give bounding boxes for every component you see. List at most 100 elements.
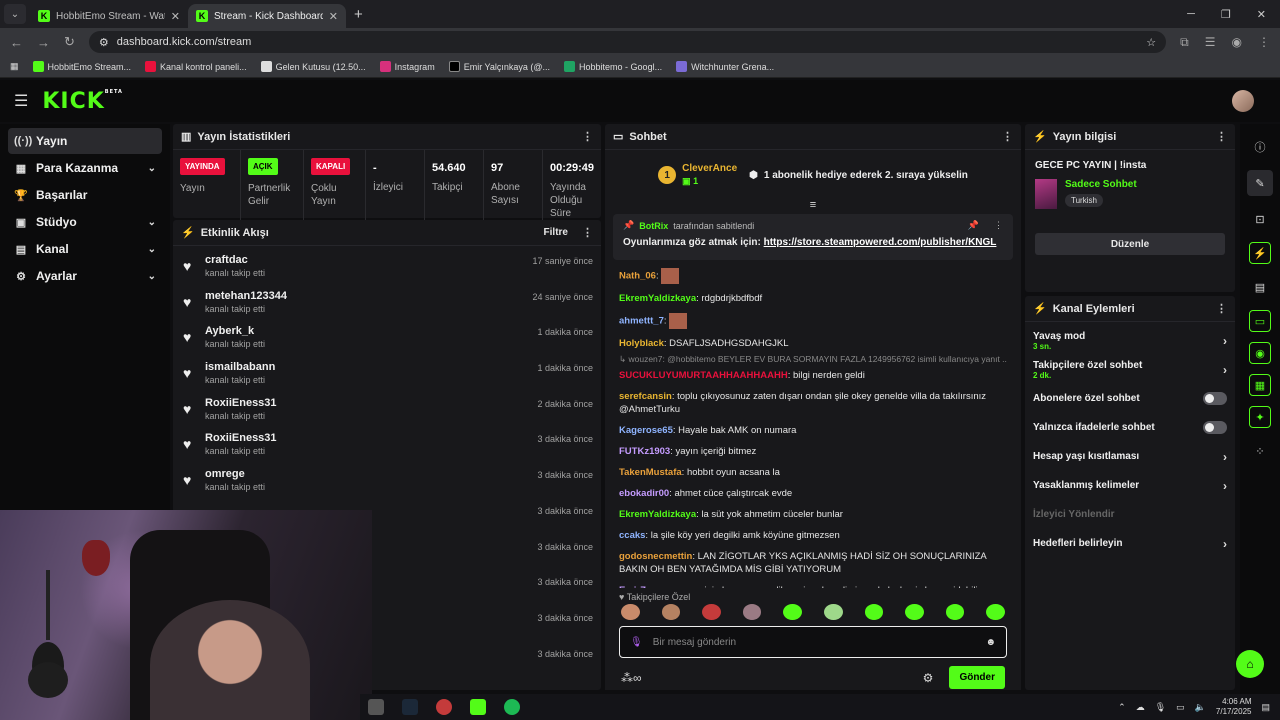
category-name[interactable]: Sadece Sohbet xyxy=(1065,179,1137,190)
obs-icon[interactable] xyxy=(436,699,452,715)
channel-action-row[interactable]: Yalnızca ifadelerle sohbet xyxy=(1033,413,1227,442)
bookmark-item[interactable]: Witchhunter Grena... xyxy=(676,61,774,72)
profile-icon[interactable]: ◉ xyxy=(1232,35,1242,49)
chat-username[interactable]: ebokadir00 xyxy=(619,488,669,499)
points-icon[interactable]: ⁂∞ xyxy=(621,671,642,685)
url-field[interactable]: ⚙ dashboard.kick.com/stream ☆ xyxy=(88,31,1167,53)
explorer-icon[interactable] xyxy=(368,699,384,715)
activity-user[interactable]: RoxiiEness31 xyxy=(205,432,277,444)
chat-username[interactable]: Kagerose65 xyxy=(619,425,673,436)
chat-icon[interactable]: ▭ xyxy=(1249,310,1271,332)
chat-username[interactable]: SUCUKLUYUMURTAAHHAAHHAAHH xyxy=(619,370,788,381)
new-tab-button[interactable]: + xyxy=(346,6,371,28)
activity-user[interactable]: metehan123344 xyxy=(205,290,287,302)
kick-logo[interactable]: KICKBETA xyxy=(42,89,123,114)
emote-icon[interactable] xyxy=(945,604,965,620)
chat-username[interactable]: godosnecmettin xyxy=(619,551,692,562)
apps-icon[interactable]: ▦ xyxy=(10,61,19,72)
unpin-icon[interactable]: 📌 xyxy=(968,220,979,231)
sidebar-item-yayin[interactable]: ((·)) Yayın xyxy=(8,128,162,154)
channel-action-row[interactable]: Abonelere özel sohbet xyxy=(1033,384,1227,413)
edit-button[interactable]: Düzenle xyxy=(1035,233,1225,255)
apps-icon[interactable]: ⁘ xyxy=(1247,438,1273,464)
chat-username[interactable]: ahmettt_7 xyxy=(619,316,664,327)
chat-username[interactable]: EkremYaldizkaya xyxy=(619,293,696,304)
media-icon[interactable]: ☰ xyxy=(1205,35,1216,49)
more-icon[interactable]: ⋮ xyxy=(582,226,593,239)
more-icon[interactable]: ⋮ xyxy=(582,130,593,143)
bookmark-item[interactable]: HobbitEmo Stream... xyxy=(32,61,131,72)
minimize-icon[interactable]: ─ xyxy=(1187,8,1195,21)
chat-input[interactable]: 🎙 Bir mesaj gönderin ☻ xyxy=(619,626,1007,658)
chat-username[interactable]: ccaks xyxy=(619,530,645,541)
bookmark-star-icon[interactable]: ☆ xyxy=(1146,36,1156,49)
chat-username[interactable]: FUTKz1903 xyxy=(619,446,670,457)
toggle-switch[interactable] xyxy=(1203,421,1227,434)
more-icon[interactable]: ⋮ xyxy=(994,220,1003,231)
forward-icon[interactable]: → xyxy=(37,35,50,50)
info-icon[interactable]: ⓘ xyxy=(1247,134,1273,160)
activity-user[interactable]: craftdac xyxy=(205,254,265,266)
emote-icon[interactable] xyxy=(864,604,884,620)
channel-action-row[interactable]: Yasaklanmış kelimeler › xyxy=(1033,471,1227,500)
sidebar-item-para-kazanma[interactable]: ▦ Para Kazanma ⌄ xyxy=(8,155,162,181)
sidebar-item-ayarlar[interactable]: ⚙ Ayarlar ⌄ xyxy=(8,263,162,289)
bookmark-item[interactable]: Instagram xyxy=(379,61,435,72)
more-icon[interactable]: ⋮ xyxy=(1216,302,1227,315)
menu-icon[interactable]: ⋮ xyxy=(1258,35,1270,49)
channel-action-row[interactable]: Yavaş mod 3 sn. › xyxy=(1033,326,1227,355)
chevron-up-icon[interactable]: ⌃ xyxy=(1118,702,1126,713)
emote-icon[interactable] xyxy=(621,604,640,620)
channel-action-row[interactable]: Hedefleri belirleyin › xyxy=(1033,529,1227,558)
toggle-switch[interactable] xyxy=(1203,392,1227,405)
back-icon[interactable]: ← xyxy=(10,35,23,50)
send-button[interactable]: Gönder xyxy=(949,666,1005,689)
emote-icon[interactable] xyxy=(702,604,721,620)
browser-tab-dashboard[interactable]: K Stream - Kick Dashboard ✕ xyxy=(188,4,346,28)
activity-user[interactable]: Ayberk_k xyxy=(205,325,265,337)
restore-icon[interactable]: ❐ xyxy=(1221,8,1231,21)
emote-icon[interactable] xyxy=(823,604,843,620)
spotify-icon[interactable] xyxy=(504,699,520,715)
sidebar-item-kanal[interactable]: ▤ Kanal ⌄ xyxy=(8,236,162,262)
cloud-icon[interactable]: ☁ xyxy=(1136,702,1145,713)
emote-icon[interactable] xyxy=(661,604,681,620)
filter-button[interactable]: Filtre xyxy=(544,227,576,238)
chat-username[interactable]: Nath_06 xyxy=(619,271,656,282)
site-info-icon[interactable]: ⚙ xyxy=(99,36,109,49)
steam-icon[interactable] xyxy=(402,699,418,715)
activity-user[interactable]: omrege xyxy=(205,468,265,480)
volume-icon[interactable]: 🔈 xyxy=(1195,702,1206,713)
more-icon[interactable]: ⋮ xyxy=(1216,130,1227,143)
bookmark-item[interactable]: Emir Yalçınkaya (@... xyxy=(448,61,550,72)
close-icon[interactable]: ✕ xyxy=(329,10,338,23)
activity-user[interactable]: ismailbabann xyxy=(205,361,275,373)
pinned-link[interactable]: https://store.steampowered.com/publisher… xyxy=(764,237,997,248)
mic-icon[interactable]: 🎙 xyxy=(1155,702,1166,713)
broadcast-icon[interactable]: ◉ xyxy=(1249,342,1271,364)
more-icon[interactable]: ⋮ xyxy=(1002,130,1013,143)
emoji-icon[interactable]: ☻ xyxy=(985,637,996,648)
microphone-icon[interactable]: 🎙 xyxy=(630,637,643,648)
user-avatar[interactable] xyxy=(1232,90,1254,112)
bookmark-item[interactable]: Hobbitemo - Googl... xyxy=(564,61,662,72)
tab-search-button[interactable]: ⌄ xyxy=(4,4,26,24)
clock[interactable]: 4:06 AM 7/17/2025 xyxy=(1216,697,1252,717)
chat-username[interactable]: serefcansin xyxy=(619,391,672,402)
help-button[interactable]: ⌂ xyxy=(1236,650,1264,678)
chat-settings-icon[interactable]: ⚙ xyxy=(923,671,934,685)
gift-leaderboard[interactable]: 1 CleverAnce ▣ 1 ⬢ 1 abonelik hediye eder… xyxy=(605,150,1021,200)
chat-username[interactable]: EkremYaldizkaya xyxy=(619,509,696,520)
emote-icon[interactable] xyxy=(905,604,924,620)
bookmark-item[interactable]: Kanal kontrol paneli... xyxy=(145,61,247,72)
sidebar-item-studyo[interactable]: ▣ Stüdyo ⌄ xyxy=(8,209,162,235)
document-icon[interactable]: ▤ xyxy=(1247,274,1273,300)
expand-icon[interactable]: ≡ xyxy=(605,200,1021,211)
wrench-icon[interactable]: ✦ xyxy=(1249,406,1271,428)
lightning-icon[interactable]: ⚡ xyxy=(1249,242,1271,264)
edit-icon[interactable]: ✎ xyxy=(1247,170,1273,196)
network-icon[interactable]: ▭ xyxy=(1176,702,1185,713)
extensions-icon[interactable]: ⧉ xyxy=(1180,35,1189,50)
sidebar-item-basarilar[interactable]: 🏆 Başarılar xyxy=(8,182,162,208)
hamburger-menu-icon[interactable]: ☰ xyxy=(14,91,28,111)
